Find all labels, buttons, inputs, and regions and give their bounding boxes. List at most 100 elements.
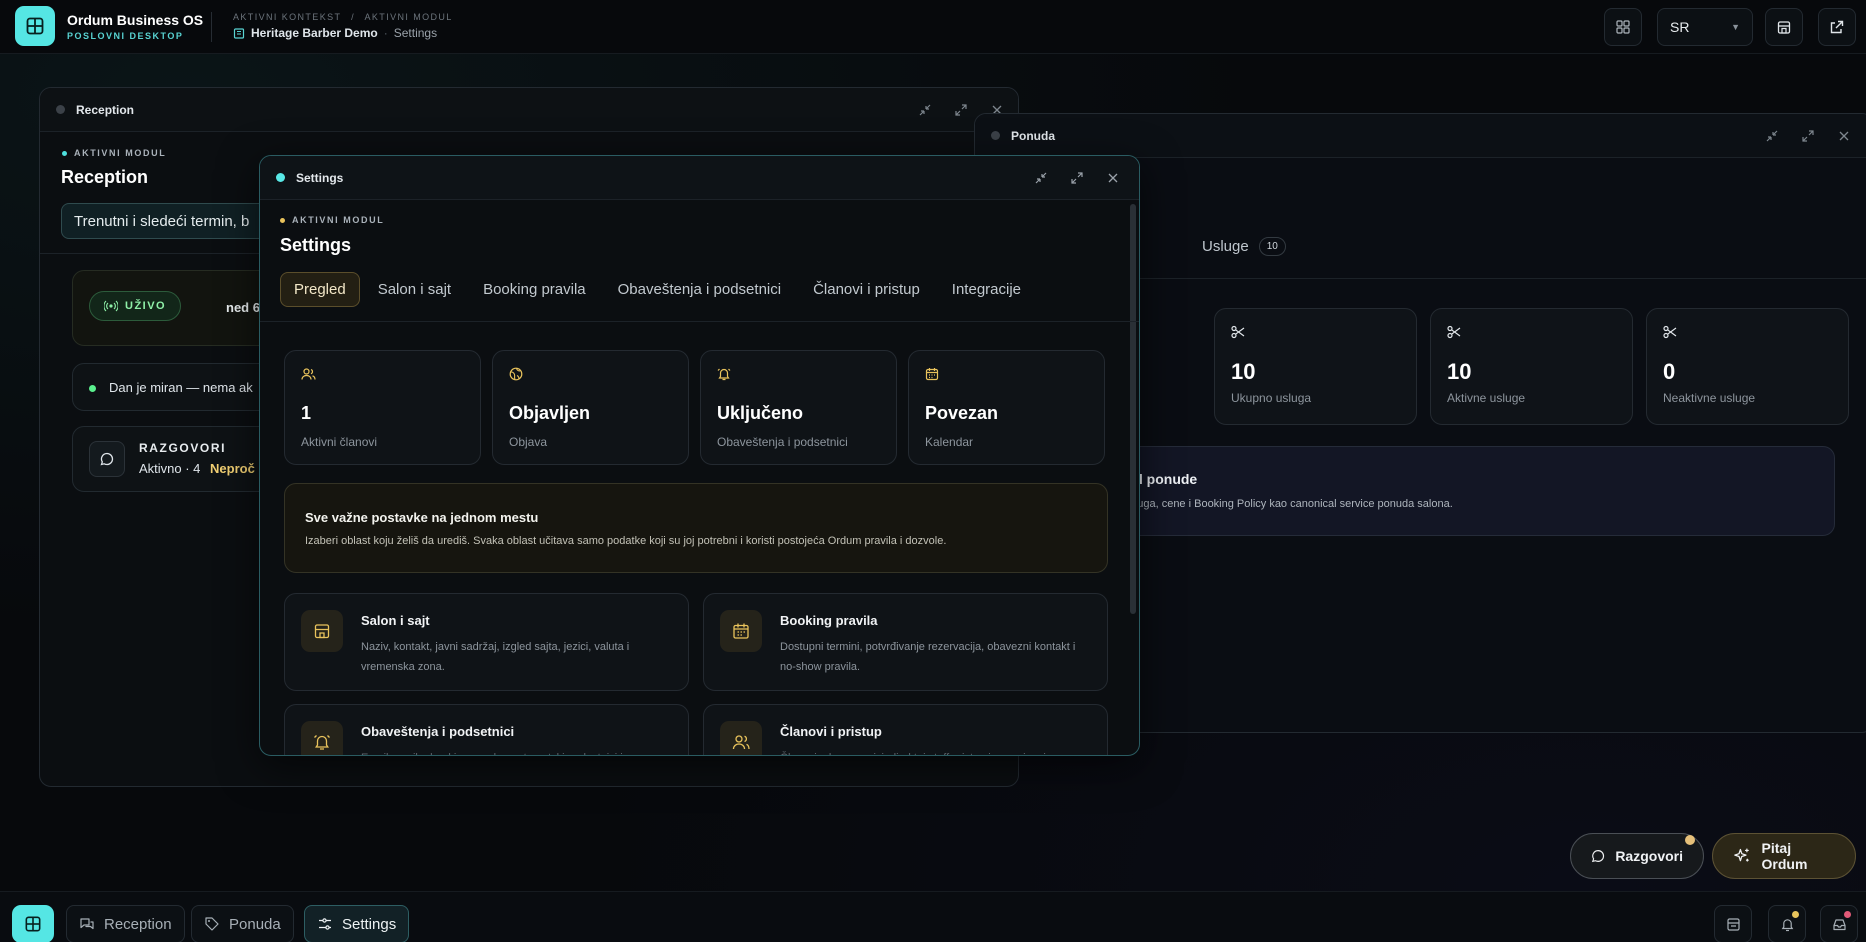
module-badge: AKTIVNI MODUL bbox=[280, 215, 384, 225]
ponuda-window-title: Ponuda bbox=[1011, 128, 1055, 143]
status-dot bbox=[89, 385, 96, 392]
stat-card-publish: Objavljen Objava bbox=[492, 350, 689, 465]
users-icon bbox=[301, 367, 316, 381]
breadcrumb-module: AKTIVNI MODUL bbox=[364, 12, 453, 22]
chevron-down-icon: ▼ bbox=[1731, 22, 1740, 32]
settings-card-booking-rules[interactable]: Booking pravila Dostupni termini, potvrđ… bbox=[703, 593, 1108, 691]
settings-overview-note: Sve važne postavke na jednom mestu Izabe… bbox=[284, 483, 1108, 573]
shrink-icon bbox=[1766, 130, 1778, 142]
taskbar-item-settings[interactable]: Settings bbox=[304, 905, 410, 942]
panel-icon bbox=[1726, 917, 1740, 931]
scissors-icon bbox=[1231, 325, 1245, 339]
taskbar-inbox-button[interactable] bbox=[1820, 905, 1858, 942]
building-icon bbox=[233, 28, 245, 39]
apps-button[interactable] bbox=[1604, 8, 1642, 46]
breadcrumb: AKTIVNI KONTEKST / AKTIVNI MODUL Heritag… bbox=[233, 12, 453, 40]
current-module: Settings bbox=[393, 26, 438, 40]
settings-card-notifications[interactable]: Obaveštenja i podsetnici Email pravila, … bbox=[284, 704, 689, 755]
stat-card-total: 10 Ukupno usluga bbox=[1214, 308, 1417, 425]
tab-integrations[interactable]: Integracije bbox=[938, 272, 1035, 307]
settings-window[interactable]: Settings AKTIVNI MODUL Settings Pregled … bbox=[259, 155, 1140, 756]
breadcrumb-separator: / bbox=[351, 12, 356, 22]
store-button[interactable] bbox=[1765, 8, 1803, 46]
ponuda-window-header[interactable]: Ponuda bbox=[975, 114, 1866, 158]
taskbar-home-button[interactable] bbox=[12, 905, 54, 942]
settings-tabs: Pregled Salon i sajt Booking pravila Oba… bbox=[280, 272, 1039, 307]
maximize-button[interactable] bbox=[1066, 167, 1088, 189]
stat-card-active: 10 Aktivne usluge bbox=[1430, 308, 1633, 425]
bell-icon bbox=[717, 367, 731, 381]
app-subtitle: POSLOVNI DESKTOP bbox=[67, 31, 184, 41]
tab-booking-rules[interactable]: Booking pravila bbox=[469, 272, 600, 307]
chat-bubbles-icon bbox=[80, 918, 94, 930]
stat-card-members: 1 Aktivni članovi bbox=[284, 350, 481, 465]
language-select[interactable]: SR ▼ bbox=[1657, 8, 1753, 46]
inbox-icon bbox=[1832, 918, 1846, 930]
expand-icon bbox=[1802, 130, 1814, 142]
workspace-name[interactable]: Heritage Barber Demo bbox=[251, 26, 378, 40]
maximize-button[interactable] bbox=[950, 99, 972, 121]
tab-notifications[interactable]: Obaveštenja i podsetnici bbox=[604, 272, 795, 307]
conversations-title: RAZGOVORI bbox=[139, 441, 227, 455]
users-icon bbox=[720, 721, 762, 755]
chat-icon bbox=[100, 452, 114, 466]
store-icon bbox=[301, 610, 343, 652]
taskbar-item-ponuda[interactable]: Ponuda bbox=[191, 905, 294, 942]
shrink-icon bbox=[919, 104, 931, 116]
window-status-dot bbox=[991, 131, 1000, 140]
tab-overview[interactable]: Pregled bbox=[280, 272, 360, 307]
shrink-icon bbox=[1035, 172, 1047, 184]
reception-window-header[interactable]: Reception bbox=[40, 88, 1018, 132]
close-button[interactable] bbox=[1833, 125, 1855, 147]
settings-card-members-access[interactable]: Članovi i pristup Članovi, uloge, pozivi… bbox=[703, 704, 1108, 755]
expand-icon bbox=[1071, 172, 1083, 184]
close-icon bbox=[1839, 131, 1849, 141]
tab-services[interactable]: Usluge 10 bbox=[1202, 237, 1286, 256]
broadcast-icon bbox=[104, 300, 118, 312]
close-button[interactable] bbox=[1102, 167, 1124, 189]
breadcrumb-context: AKTIVNI KONTEKST bbox=[233, 12, 342, 22]
ask-ordum-button[interactable]: Pitaj Ordum bbox=[1712, 833, 1856, 879]
scrollbar[interactable] bbox=[1130, 204, 1136, 614]
home-grid-button[interactable] bbox=[15, 6, 55, 46]
store-icon bbox=[1777, 21, 1791, 34]
app-title-block: Ordum Business OS POSLOVNI DESKTOP bbox=[67, 12, 203, 41]
reception-window-title: Reception bbox=[76, 102, 135, 117]
conversations-button[interactable]: Razgovori bbox=[1570, 833, 1704, 879]
tab-members-access[interactable]: Članovi i pristup bbox=[799, 272, 934, 307]
taskbar-panel-button[interactable] bbox=[1714, 905, 1752, 942]
expand-icon bbox=[955, 104, 967, 116]
open-external-button[interactable] bbox=[1818, 8, 1856, 46]
sparkles-icon bbox=[1734, 848, 1749, 862]
conversations-unread: Neproč bbox=[210, 461, 255, 476]
services-count-badge: 10 bbox=[1258, 237, 1286, 256]
grid-icon bbox=[26, 17, 44, 35]
notification-dot bbox=[1844, 911, 1851, 918]
bell-icon bbox=[1781, 918, 1793, 931]
settings-window-header[interactable]: Settings bbox=[260, 156, 1139, 200]
divider bbox=[260, 321, 1139, 322]
divider bbox=[211, 12, 212, 42]
maximize-button[interactable] bbox=[1797, 125, 1819, 147]
scissors-icon bbox=[1447, 325, 1461, 339]
settings-card-salon-site[interactable]: Salon i sajt Naziv, kontakt, javni sadrž… bbox=[284, 593, 689, 691]
calendar-icon bbox=[925, 367, 939, 381]
minimize-button[interactable] bbox=[1030, 167, 1052, 189]
taskbar-item-reception[interactable]: Reception bbox=[66, 905, 185, 942]
app-name: Ordum Business OS bbox=[67, 12, 204, 28]
chat-icon-wrap bbox=[89, 441, 125, 477]
globe-icon bbox=[509, 367, 523, 381]
settings-title: Settings bbox=[280, 235, 352, 255]
minimize-button[interactable] bbox=[914, 99, 936, 121]
scissors-icon bbox=[1663, 325, 1677, 339]
stat-card-notifications: Uključeno Obaveštenja i podsetnici bbox=[700, 350, 897, 465]
tag-icon bbox=[205, 917, 219, 931]
minimize-button[interactable] bbox=[1761, 125, 1783, 147]
grid-icon bbox=[25, 916, 41, 932]
tab-salon-site[interactable]: Salon i sajt bbox=[364, 272, 465, 307]
bell-icon bbox=[301, 721, 343, 755]
stat-card-inactive: 0 Neaktivne usluge bbox=[1646, 308, 1849, 425]
taskbar-notifications-button[interactable] bbox=[1768, 905, 1806, 942]
taskbar: Reception Ponuda Settings bbox=[0, 891, 1866, 942]
window-status-dot bbox=[56, 105, 65, 114]
